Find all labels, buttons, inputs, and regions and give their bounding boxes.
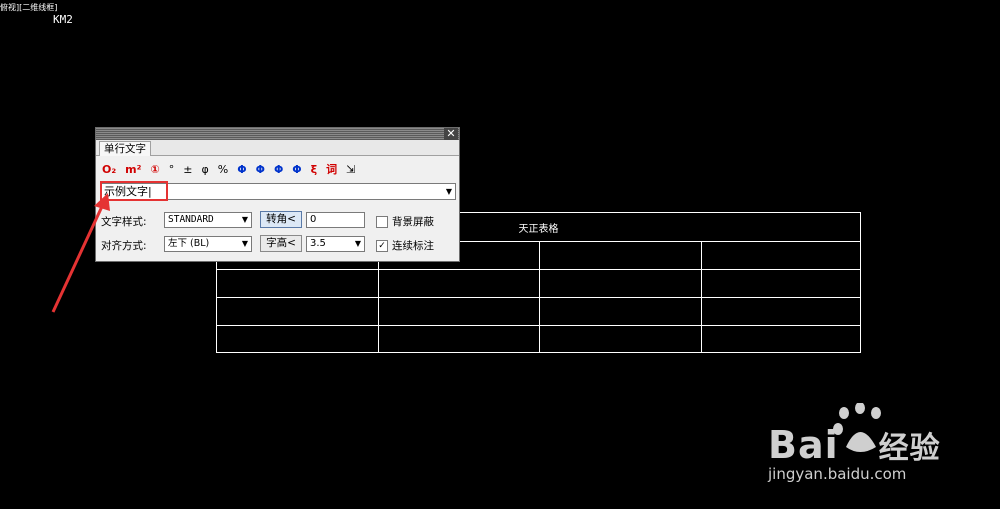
- watermark-brand: Bai 经验: [768, 423, 941, 467]
- watermark-url: jingyan.baidu.com: [768, 465, 907, 483]
- baidu-watermark: Bai 经验 jingyan.baidu.com: [768, 403, 968, 493]
